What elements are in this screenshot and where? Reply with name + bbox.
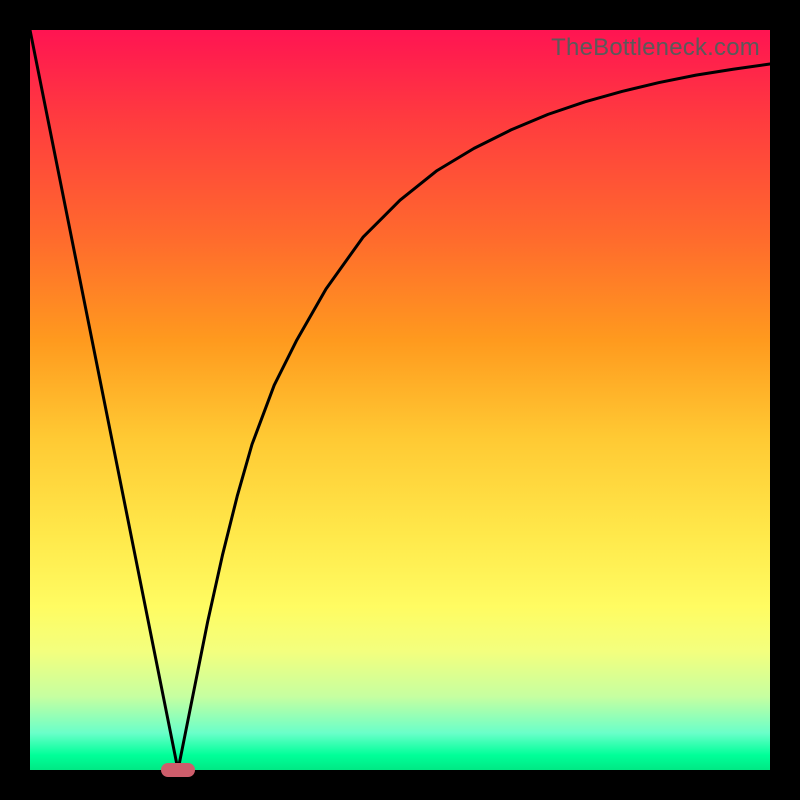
plot-area: TheBottleneck.com	[30, 30, 770, 770]
curve-svg	[30, 30, 770, 770]
optimal-point-marker	[161, 763, 195, 777]
chart-frame: TheBottleneck.com	[0, 0, 800, 800]
bottleneck-curve	[30, 30, 770, 770]
